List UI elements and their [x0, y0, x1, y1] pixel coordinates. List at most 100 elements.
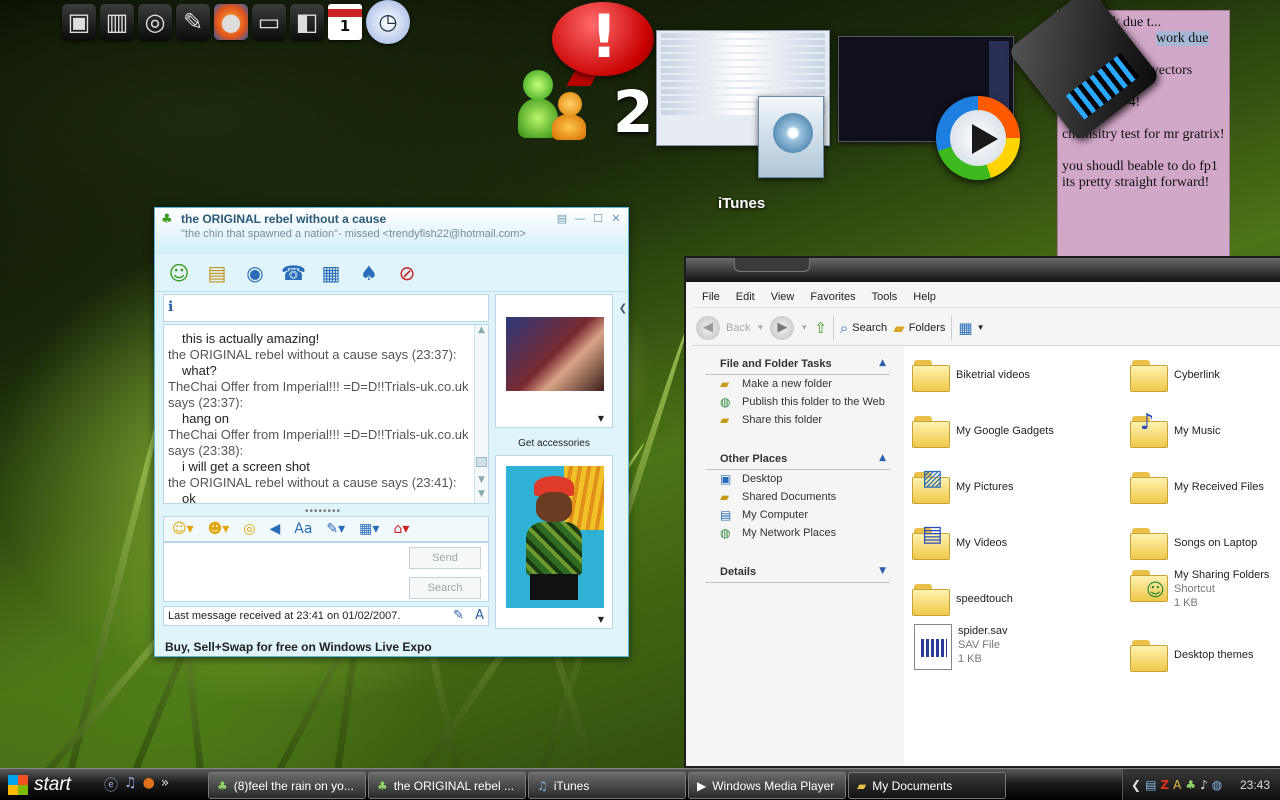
block-icon[interactable]: ⊘: [395, 261, 419, 285]
back-button[interactable]: Back: [726, 322, 750, 334]
contact-display-picture[interactable]: ▼: [495, 294, 613, 428]
menu-file[interactable]: File: [702, 291, 720, 303]
pen-icon[interactable]: ✎: [176, 4, 210, 40]
conversation-scrollbar[interactable]: ▲ ▼ ▼: [474, 325, 488, 503]
games-icon[interactable]: ♠: [357, 261, 381, 285]
file-item[interactable]: ▨ My Pictures: [912, 466, 1013, 504]
menu-favorites[interactable]: Favorites: [810, 291, 855, 303]
media-player-icon[interactable]: [936, 96, 1020, 180]
my-display-picture[interactable]: ▼: [495, 455, 613, 629]
close-icon[interactable]: ✕: [608, 211, 624, 225]
call-icon[interactable]: ☎: [281, 261, 306, 285]
window-tab[interactable]: [734, 258, 810, 272]
scroll-thumb[interactable]: [476, 457, 487, 467]
search-button[interactable]: ⌕ Search: [840, 319, 887, 337]
laptop-icon[interactable]: ▭: [252, 4, 286, 40]
voice-clip-icon[interactable]: ◀: [269, 521, 280, 537]
taskbar-button[interactable]: ♫ iTunes: [528, 772, 686, 799]
back-arrow-icon[interactable]: ◀: [696, 315, 720, 340]
handwriting-mode-icon[interactable]: ✎: [453, 608, 464, 623]
itunes-icon[interactable]: [758, 96, 824, 178]
firefox-icon[interactable]: ●: [214, 4, 248, 40]
conversation-history[interactable]: this is actually amazing! the ORIGINAL r…: [163, 324, 489, 504]
emoticon-icon[interactable]: ☺▾: [172, 521, 194, 537]
clock[interactable]: 23:43: [1240, 778, 1280, 792]
font-icon[interactable]: Aa: [294, 521, 312, 537]
start-button[interactable]: start: [0, 769, 92, 800]
expand-icon[interactable]: ▼: [879, 566, 886, 578]
task-share-folder[interactable]: ▰ Share this folder: [706, 411, 890, 429]
cube-icon[interactable]: ◧: [290, 4, 324, 40]
collapse-icon[interactable]: ▲: [879, 453, 886, 465]
firefox-icon[interactable]: ●: [143, 775, 155, 795]
taskbar-button[interactable]: ♣ (8)feel the rain on yo...: [208, 772, 366, 799]
menu-tools[interactable]: Tools: [872, 291, 898, 303]
section-header[interactable]: Other Places ▲: [706, 449, 890, 470]
msn-conversation-window[interactable]: ♣ the ORIGINAL rebel without a cause "th…: [154, 207, 629, 657]
menu-edit[interactable]: Edit: [736, 291, 755, 303]
volume-icon[interactable]: ♪: [1200, 778, 1208, 792]
file-item[interactable]: speedtouch: [912, 582, 1013, 616]
zonealarm-icon[interactable]: Z: [1160, 778, 1169, 792]
file-item[interactable]: Biketrial videos: [912, 358, 1030, 392]
dvd-icon[interactable]: ◎: [138, 4, 172, 40]
send-files-icon[interactable]: ▤: [205, 261, 229, 285]
taskbar-button[interactable]: ▶ Windows Media Player: [688, 772, 846, 799]
wink-icon[interactable]: ☻▾: [208, 521, 230, 537]
menu-view[interactable]: View: [771, 291, 795, 303]
chevron-down-icon[interactable]: ▼: [800, 323, 808, 332]
tray-icon[interactable]: ◍: [1212, 778, 1222, 792]
handwriting-icon[interactable]: ✎▾: [326, 521, 345, 537]
section-header[interactable]: File and Folder Tasks ▲: [706, 354, 890, 375]
taskbar-button[interactable]: ♣ the ORIGINAL rebel ...: [368, 772, 526, 799]
gift-icon[interactable]: ⌂▾: [393, 521, 409, 537]
task-publish-web[interactable]: ◍ Publish this folder to the Web: [706, 393, 890, 411]
maximize-icon[interactable]: ☐: [590, 211, 606, 225]
up-folder-button[interactable]: ⇧: [814, 319, 827, 337]
get-accessories-link[interactable]: Get accessories: [495, 438, 613, 449]
folders-button[interactable]: ▰ Folders: [893, 319, 945, 337]
ie-icon[interactable]: ⓔ: [104, 775, 118, 795]
task-make-folder[interactable]: ▰ Make a new folder: [706, 375, 890, 393]
collapse-icon[interactable]: ▲: [879, 358, 886, 370]
chevron-down-icon[interactable]: ▼: [756, 323, 764, 332]
chevron-down-icon[interactable]: ▼: [598, 615, 604, 624]
scroll-up-icon[interactable]: ▲: [475, 325, 488, 339]
file-item[interactable]: ☺ My Sharing Folders Shortcut 1 KB: [1130, 568, 1269, 610]
file-item[interactable]: ▤ My Videos: [912, 522, 1007, 560]
server-icon[interactable]: ▥: [100, 4, 134, 40]
activities-icon[interactable]: ▦: [319, 261, 343, 285]
clock-icon[interactable]: ◷: [366, 0, 410, 44]
file-item[interactable]: My Google Gadgets: [912, 414, 1054, 448]
chevron-down-icon[interactable]: ▼: [598, 414, 604, 423]
file-item[interactable]: spider.sav SAV File 1 KB: [914, 624, 1008, 670]
file-item[interactable]: Songs on Laptop: [1130, 526, 1257, 560]
calendar-icon[interactable]: 1: [328, 4, 362, 40]
background-icon[interactable]: ▦▾: [359, 521, 379, 537]
send-button[interactable]: Send: [409, 547, 481, 569]
search-button[interactable]: Search: [409, 577, 481, 599]
explorer-window[interactable]: File Edit View Favorites Tools Help ◀ Ba…: [684, 256, 1280, 768]
security-icon[interactable]: A: [1173, 778, 1181, 792]
forward-arrow-icon[interactable]: ▶: [770, 315, 795, 340]
more-chevron-icon[interactable]: »: [161, 775, 170, 795]
minimize-icon[interactable]: —: [572, 211, 588, 225]
nudge-icon[interactable]: ◎: [243, 521, 255, 537]
menu-icon[interactable]: ▤: [554, 211, 570, 225]
scroll-end-icon[interactable]: ▼: [475, 489, 488, 503]
place-network[interactable]: ◍ My Network Places: [706, 524, 890, 542]
title-bar[interactable]: ♣ the ORIGINAL rebel without a cause "th…: [155, 208, 628, 254]
taskbar-button-active[interactable]: ▰ My Documents: [848, 772, 1006, 799]
itunes-icon[interactable]: ♫: [124, 775, 137, 795]
text-mode-icon[interactable]: A: [475, 608, 484, 623]
messenger-tray-icon[interactable]: ♣: [1185, 778, 1196, 792]
file-item[interactable]: Desktop themes: [1130, 638, 1253, 672]
expo-ad[interactable]: Buy, Sell+Swap for free on Windows Live …: [165, 640, 432, 654]
tray-expand-icon[interactable]: ❮: [1131, 778, 1141, 792]
computer-icon[interactable]: ▣: [62, 4, 96, 40]
place-shared-documents[interactable]: ▰ Shared Documents: [706, 488, 890, 506]
section-header[interactable]: Details ▼: [706, 562, 890, 583]
collapse-panel-icon[interactable]: ❮: [617, 296, 629, 322]
place-my-computer[interactable]: ▤ My Computer: [706, 506, 890, 524]
place-desktop[interactable]: ▣ Desktop: [706, 470, 890, 488]
